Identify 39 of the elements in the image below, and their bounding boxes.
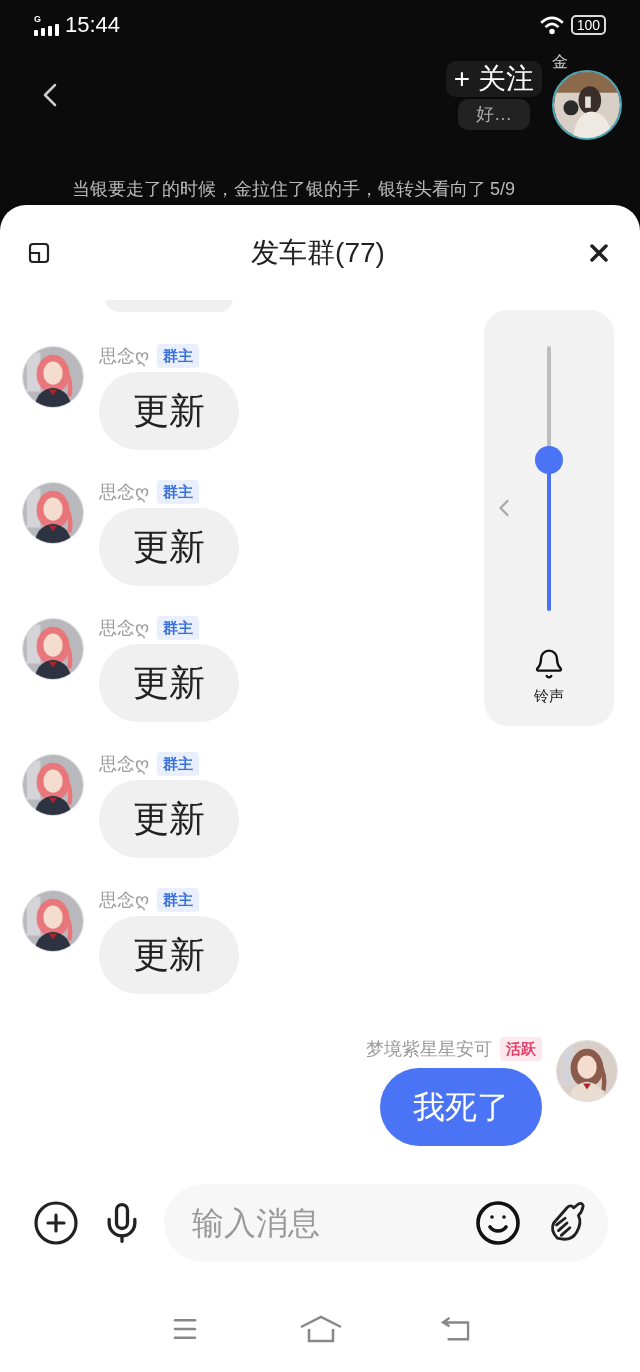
- page-counter: 5/9: [490, 178, 516, 201]
- minimize-icon[interactable]: [27, 240, 51, 265]
- sender-name: 思念ღ: [99, 889, 149, 912]
- owner-badge: 群主: [157, 752, 199, 776]
- popup-text: 好…: [457, 98, 530, 130]
- chat-title: 发车群(77): [251, 235, 385, 270]
- ringtone-label: 铃声: [534, 686, 564, 706]
- sender-name: 思念ღ: [99, 345, 149, 368]
- message-input[interactable]: 输入消息: [192, 1198, 474, 1247]
- bell-icon[interactable]: [533, 647, 565, 681]
- clock-time: 15:44: [65, 14, 121, 36]
- caption-text: 当银要走了的时候，金拉住了银的手，银转头看向了: [72, 178, 486, 201]
- owner-badge: 群主: [157, 888, 199, 912]
- wifi-icon: [538, 15, 565, 35]
- battery-indicator: 100: [570, 15, 606, 35]
- message-bubble: 更新: [99, 780, 239, 858]
- author-tag: 金: [552, 50, 568, 74]
- emoji-icon[interactable]: [474, 1198, 522, 1247]
- message-bubble: 更新: [99, 508, 239, 586]
- sender-name: 思念ღ: [99, 617, 149, 640]
- add-icon[interactable]: [32, 1198, 80, 1247]
- sender-name: 梦境紫星星安可: [366, 1038, 492, 1061]
- message-input-field[interactable]: 输入消息: [164, 1183, 608, 1262]
- owner-badge: 群主: [157, 344, 199, 368]
- network-type: G: [34, 14, 41, 24]
- message-bubble: 更新: [99, 644, 239, 722]
- message-bubble: 更新: [99, 916, 239, 994]
- message-bubble: 我死了: [380, 1068, 542, 1146]
- follow-button[interactable]: + 关注: [445, 60, 542, 97]
- sender-name: 思念ღ: [99, 481, 149, 504]
- active-badge: 活跃: [500, 1037, 542, 1061]
- home-icon[interactable]: [299, 1314, 343, 1343]
- slider-track[interactable]: [547, 346, 551, 611]
- signal-icon: [34, 24, 59, 36]
- owner-badge: 群主: [157, 616, 199, 640]
- sender-name: 思念ღ: [99, 753, 149, 776]
- slider-thumb[interactable]: [535, 445, 563, 474]
- owner-badge: 群主: [157, 480, 199, 504]
- message-bubble: 更新: [99, 372, 239, 450]
